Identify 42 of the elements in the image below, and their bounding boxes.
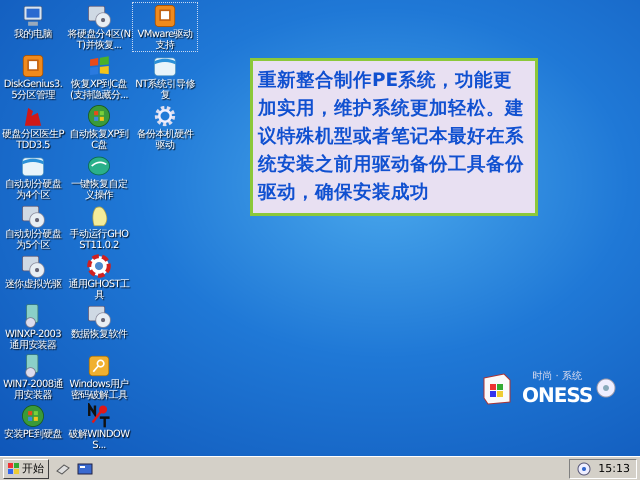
- desktop-shortcut[interactable]: WIN7-2008通用安装器: [0, 352, 66, 402]
- desktop-shortcut[interactable]: 备份本机硬件驱动: [132, 102, 198, 152]
- desktop-shortcut[interactable]: 安装PE到硬盘: [0, 402, 66, 452]
- windows-orb-icon: [86, 103, 112, 129]
- windows-orb-icon: [20, 403, 46, 429]
- desktop-shortcut[interactable]: 手动运行GHOST11.0.2: [66, 202, 132, 252]
- disc-icon: [20, 203, 46, 229]
- desktop-shortcut[interactable]: 自动恢复XP到C盘: [66, 102, 132, 152]
- logo-wordmark: ONESS: [522, 383, 592, 407]
- disc-icon: [20, 253, 46, 279]
- desktop-shortcut[interactable]: NT系统引导修复: [132, 52, 198, 102]
- nt-pin-icon: [86, 403, 112, 429]
- desktop-shortcut[interactable]: 通用GHOST工具: [66, 252, 132, 302]
- desktop-shortcut[interactable]: 将硬盘分4区(NT)并恢复...: [66, 2, 132, 52]
- app-icon: [152, 3, 178, 29]
- disc-icon: [86, 3, 112, 29]
- windows-flag-icon: [8, 462, 20, 474]
- desktop-shortcut[interactable]: Windows用户密码破解工具: [66, 352, 132, 402]
- desktop-shortcut[interactable]: 迷你虚拟光驱: [0, 252, 66, 302]
- desktop-icon[interactable]: [77, 460, 93, 476]
- desktop-shortcut[interactable]: 破解WINDOWS...: [66, 402, 132, 452]
- info-note: 重新整合制作PE系统，功能更加实用，维护系统更加轻松。建议特殊机型或者笔记本最好在系统安装之前用驱动备份工具备份驱动，确保安装成功: [250, 58, 538, 216]
- desktop-shortcut[interactable]: 恢复XP到C盘(支持隐藏分...: [66, 52, 132, 102]
- key-icon: [86, 353, 112, 379]
- disc-icon: [86, 303, 112, 329]
- desktop-shortcut[interactable]: VMware驱动支持: [132, 2, 198, 52]
- desktop-shortcut[interactable]: 我的电脑: [0, 2, 66, 52]
- desktop-shortcut[interactable]: 硬盘分区医生PTDD3.5: [0, 102, 66, 152]
- app-icon: [20, 53, 46, 79]
- desktop-shortcut[interactable]: 数据恢复软件: [66, 302, 132, 352]
- desktop-shortcut[interactable]: WINXP-2003通用安装器: [0, 302, 66, 352]
- logo-tagline: 时尚 · 系统: [532, 370, 582, 383]
- desktop-shortcut[interactable]: DiskGenius3.5分区管理: [0, 52, 66, 102]
- desktop-shortcut[interactable]: 一键恢复自定义操作: [66, 152, 132, 202]
- desktop-shortcut[interactable]: 自动划分硬盘为4个区: [0, 152, 66, 202]
- clock: 15:13: [598, 462, 630, 475]
- desktop-shortcut[interactable]: 自动划分硬盘为5个区: [0, 202, 66, 252]
- disc-icon[interactable]: [576, 460, 592, 476]
- disc-icon: [596, 378, 616, 398]
- lifebuoy-icon: [86, 253, 112, 279]
- gear-icon: [152, 103, 178, 129]
- start-button[interactable]: 开始: [3, 458, 49, 478]
